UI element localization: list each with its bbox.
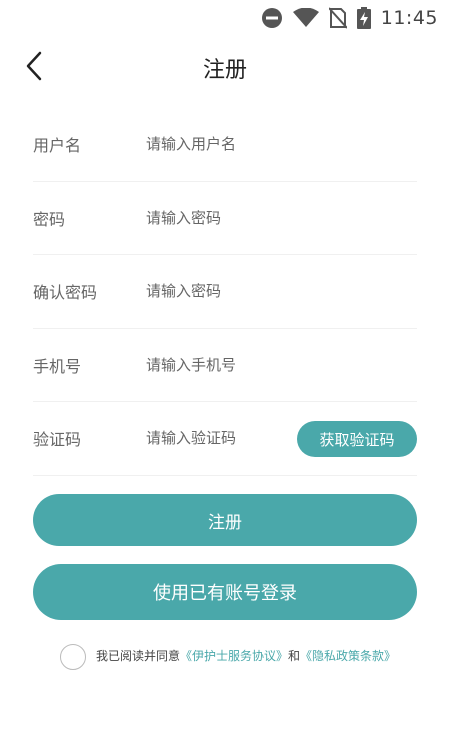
confirm-password-label: 确认密码	[33, 283, 98, 303]
password-label: 密码	[33, 209, 66, 229]
status-time: 11:45	[380, 7, 438, 29]
registration-form: 用户名 密码 确认密码 手机号 验证码 获取验证码	[33, 108, 417, 476]
register-button[interactable]: 注册	[33, 494, 417, 546]
nav-bar: 注册	[0, 40, 450, 96]
agreement: 我已阅读并同意《伊护士服务协议》和《隐私政策条款》	[60, 640, 396, 670]
username-label: 用户名	[33, 136, 82, 156]
privacy-policy-link[interactable]: 《隐私政策条款》	[300, 649, 396, 663]
get-code-button[interactable]: 获取验证码	[297, 421, 417, 457]
status-icons: 11:45	[261, 6, 438, 30]
password-input[interactable]	[146, 197, 417, 238]
service-agreement-link[interactable]: 《伊护士服务协议》	[180, 649, 288, 663]
phone-input[interactable]	[146, 344, 417, 385]
agreement-text: 我已阅读并同意《伊护士服务协议》和《隐私政策条款》	[96, 647, 396, 664]
password-row: 密码	[33, 182, 417, 255]
agree-checkbox[interactable]	[60, 644, 86, 670]
verify-code-row: 验证码 获取验证码	[33, 402, 417, 476]
phone-row: 手机号	[33, 329, 417, 402]
wifi-icon	[292, 8, 319, 28]
username-input[interactable]	[146, 124, 417, 165]
agreement-conjunction: 和	[288, 648, 301, 663]
battery-charging-icon	[356, 7, 371, 29]
agreement-prefix: 我已阅读并同意	[96, 648, 181, 663]
page-title: 注册	[202, 58, 247, 83]
do-not-disturb-icon	[261, 7, 283, 29]
phone-label: 手机号	[33, 356, 82, 376]
confirm-password-row: 确认密码	[33, 255, 417, 329]
username-row: 用户名	[33, 108, 417, 182]
verify-code-label: 验证码	[33, 430, 82, 450]
confirm-password-input[interactable]	[146, 271, 417, 312]
status-bar: 11:45	[0, 0, 450, 36]
login-with-account-button[interactable]: 使用已有账号登录	[33, 564, 417, 620]
no-sim-icon	[328, 7, 347, 29]
